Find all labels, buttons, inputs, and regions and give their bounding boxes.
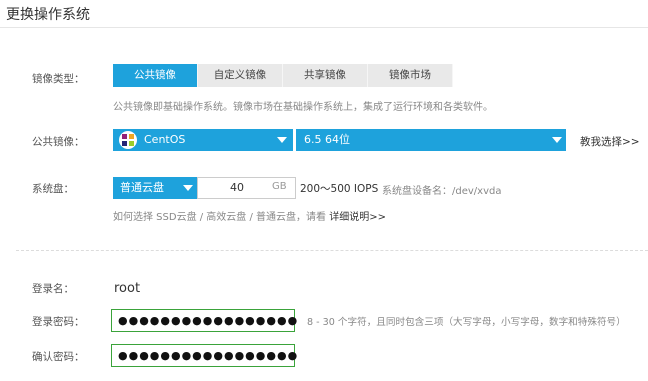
tab-public-image[interactable]: 公共镜像 xyxy=(113,64,198,87)
login-name-label: 登录名： xyxy=(32,283,74,295)
confirm-password-field[interactable]: ●●●●●●●●●●●●●●●●● xyxy=(111,344,297,367)
disk-type-value: 普通云盘 xyxy=(120,181,164,194)
disk-type-select[interactable]: 普通云盘 xyxy=(113,177,197,199)
chevron-down-icon xyxy=(552,137,562,143)
disk-detail-link[interactable]: 详细说明>> xyxy=(329,212,386,223)
confirm-password-label: 确认密码： xyxy=(32,351,85,363)
centos-logo-icon xyxy=(119,131,137,149)
tab-shared-image[interactable]: 共享镜像 xyxy=(283,64,368,87)
page-title: 更换操作系统 xyxy=(6,7,90,23)
disk-hint: 如何选择 SSD云盘 / 高效云盘 / 普通云盘，请看 详细说明>> xyxy=(113,208,386,223)
disk-size-unit: GB xyxy=(272,181,287,192)
login-name-value: root xyxy=(114,281,141,296)
password-field[interactable]: ●●●●●●●●●●●●●●●●● xyxy=(111,309,297,332)
version-select[interactable]: 6.5 64位 xyxy=(296,129,566,151)
tab-custom-image[interactable]: 自定义镜像 xyxy=(198,64,283,87)
version-select-value: 6.5 64位 xyxy=(304,133,350,146)
disk-hint-text: 如何选择 SSD云盘 / 高效云盘 / 普通云盘，请看 xyxy=(113,212,327,223)
system-disk-label: 系统盘： xyxy=(32,183,74,195)
device-name-text: 系统盘设备名：/dev/xvda xyxy=(382,186,502,197)
iops-text: 200～500 IOPS xyxy=(300,183,379,195)
password-hint: 8 - 30 个字符，且同时包含三项（大写字母，小写字母，数字和特殊符号） xyxy=(307,317,626,328)
title-divider xyxy=(0,27,648,28)
image-type-hint: 公共镜像即基础操作系统。镜像市场在基础操作系统上，集成了运行环境和各类软件。 xyxy=(113,102,493,113)
public-image-label: 公共镜像： xyxy=(32,136,85,148)
help-choose-link[interactable]: 教我选择>> xyxy=(580,134,640,149)
os-select-value: CentOS xyxy=(144,133,186,146)
os-select[interactable]: CentOS xyxy=(113,129,293,151)
image-type-label: 镜像类型： xyxy=(32,73,85,85)
section-divider xyxy=(16,250,648,251)
disk-size-input[interactable]: 40 GB xyxy=(197,177,296,199)
chevron-down-icon xyxy=(183,185,193,191)
disk-size-value: 40 xyxy=(230,181,244,194)
password-label: 登录密码： xyxy=(32,316,85,328)
chevron-down-icon xyxy=(277,137,287,143)
tab-image-market[interactable]: 镜像市场 xyxy=(368,64,453,87)
